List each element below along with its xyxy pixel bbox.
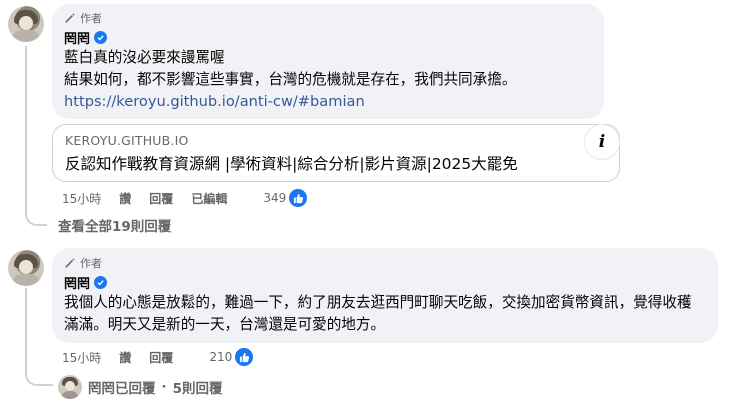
reaction-count[interactable]: 349 xyxy=(263,191,286,205)
author-replied-label: 罔罔已回覆 xyxy=(88,381,156,397)
link-preview-card[interactable]: KEROYU.GITHUB.IO 反認知作戰教育資源網 |學術資料|綜合分析|影… xyxy=(52,124,620,182)
comment-bubble: 作者 罔罔 我個人的心態是放鬆的，難過一下，約了朋友去逛西門町聊天吃飯，交換加密… xyxy=(52,248,718,343)
comment-actions: 15小時 讚 回覆 210 xyxy=(62,348,254,366)
like-button[interactable]: 讚 xyxy=(119,349,131,366)
reply-count: 5則回覆 xyxy=(172,381,223,397)
comment-bubble: 作者 罔罔 藍白真的沒必要來謾罵喔 結果如何，都不影響這些事實，台灣的危機就是存… xyxy=(52,4,604,119)
link-preview-title: 反認知作戰教育資源網 |學術資料|綜合分析|影片資源|2025大罷免 xyxy=(65,155,518,173)
verified-badge-icon xyxy=(94,31,108,44)
like-button[interactable]: 讚 xyxy=(119,190,131,207)
thread-curve-2 xyxy=(25,366,53,386)
comment-link[interactable]: https://keroyu.github.io/anti-cw/#bamian xyxy=(64,91,592,113)
author-badge-label: 作者 xyxy=(80,12,102,25)
edited-label[interactable]: 已編輯 xyxy=(191,190,227,207)
comment-text: 我個人的心態是放鬆的，難過一下，約了朋友去逛西門町聊天吃飯，交換加密貨幣資訊，覺… xyxy=(64,294,692,333)
pencil-icon xyxy=(65,258,75,268)
author-badge-label: 作者 xyxy=(80,257,102,270)
comment-text-line-1: 藍白真的沒必要來謾罵喔 xyxy=(64,49,225,66)
author-replied-row[interactable]: 罔罔已回覆 · 5則回覆 xyxy=(58,375,223,399)
timestamp[interactable]: 15小時 xyxy=(62,190,101,207)
reply-button[interactable]: 回覆 xyxy=(149,190,173,207)
separator-dot: · xyxy=(161,379,167,395)
pencil-icon xyxy=(65,13,75,23)
verified-badge-icon xyxy=(94,276,108,289)
commenter-name[interactable]: 罔罔 xyxy=(64,28,90,47)
avatar[interactable] xyxy=(8,6,44,42)
thread-line-2 xyxy=(25,288,27,368)
thread-curve-1 xyxy=(25,208,47,226)
author-badge: 作者 xyxy=(64,11,592,25)
thread-line-1 xyxy=(25,46,27,216)
link-preview-domain: KEROYU.GITHUB.IO xyxy=(65,133,189,148)
avatar[interactable] xyxy=(8,250,44,286)
commenter-name[interactable]: 罔罔 xyxy=(64,273,90,292)
avatar-small xyxy=(58,375,82,399)
like-reaction-icon[interactable] xyxy=(289,189,308,207)
reply-button[interactable]: 回覆 xyxy=(149,349,173,366)
timestamp[interactable]: 15小時 xyxy=(62,349,101,366)
author-badge: 作者 xyxy=(64,256,706,270)
comment-actions: 15小時 讚 回覆 已編輯 349 xyxy=(62,189,308,207)
like-reaction-icon[interactable] xyxy=(235,348,254,366)
view-all-replies-link[interactable]: 查看全部19則回覆 xyxy=(58,215,171,235)
comment-text-line-2: 結果如何，都不影響這些事實，台灣的危機就是存在，我們共同承擔。 xyxy=(64,71,517,88)
reaction-count[interactable]: 210 xyxy=(209,350,232,364)
info-icon[interactable]: i xyxy=(584,124,620,160)
